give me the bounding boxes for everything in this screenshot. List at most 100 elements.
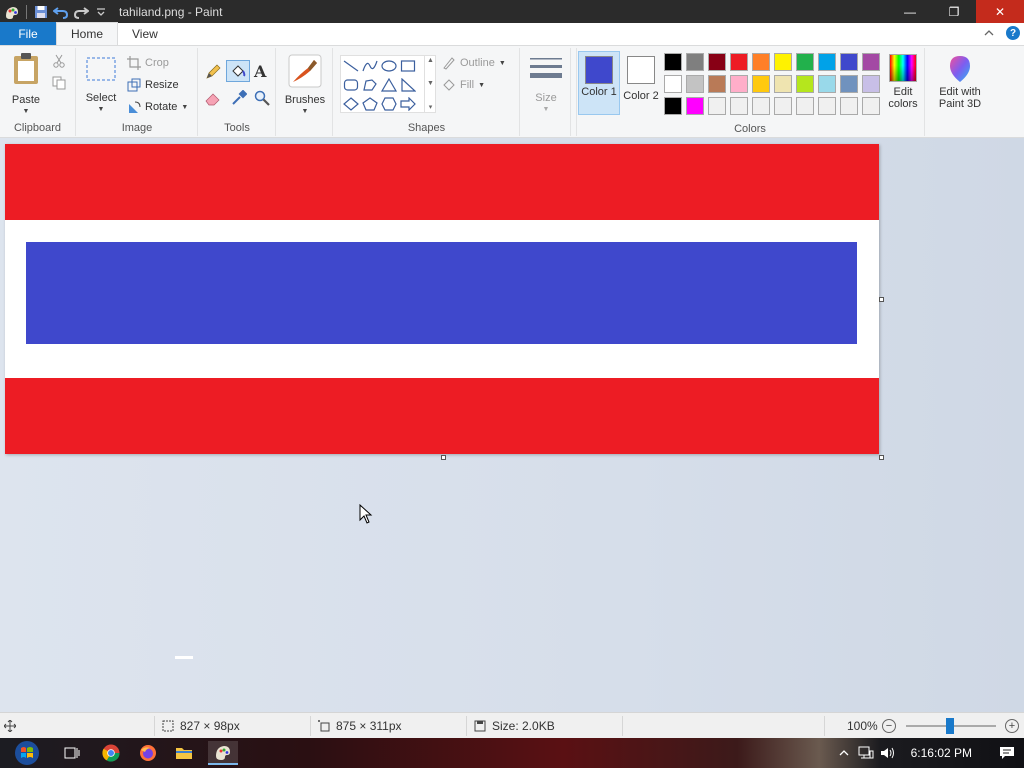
drawing-canvas[interactable] (5, 144, 879, 454)
task-view-button[interactable] (60, 741, 84, 765)
curve-shape-icon[interactable] (361, 59, 378, 73)
undo-icon[interactable] (51, 2, 71, 22)
palette-swatch[interactable] (774, 75, 792, 93)
palette-swatch[interactable] (664, 53, 682, 71)
edit-with-paint3d-button[interactable]: Edit with Paint 3D (931, 54, 989, 110)
palette-swatch[interactable] (818, 53, 836, 71)
diamond-shape-icon[interactable] (342, 96, 359, 111)
minimize-button[interactable]: — (888, 0, 932, 23)
size-button[interactable]: Size ▼ (528, 56, 564, 116)
volume-icon[interactable] (877, 746, 899, 760)
resize-handle-right[interactable] (879, 297, 884, 302)
maximize-button[interactable]: ❐ (932, 0, 976, 23)
palette-swatch[interactable] (862, 97, 880, 115)
expand-gallery-icon[interactable]: ▾ (429, 103, 433, 111)
palette-swatch[interactable] (686, 53, 704, 71)
palette-swatch[interactable] (708, 97, 726, 115)
line-shape-icon[interactable] (343, 59, 359, 73)
palette-swatch[interactable] (686, 97, 704, 115)
palette-swatch[interactable] (752, 75, 770, 93)
close-button[interactable]: ✕ (976, 0, 1024, 23)
zoom-slider-thumb[interactable] (946, 718, 954, 734)
rotate-button[interactable]: Rotate ▼ (127, 100, 188, 114)
scroll-down-icon[interactable]: ▼ (427, 80, 434, 87)
palette-swatch[interactable] (796, 97, 814, 115)
palette-swatch[interactable] (686, 75, 704, 93)
tab-file[interactable]: File (0, 22, 56, 45)
file-explorer-taskbar-button[interactable] (172, 741, 196, 765)
palette-swatch[interactable] (774, 53, 792, 71)
palette-swatch[interactable] (752, 53, 770, 71)
zoom-in-button[interactable]: + (1005, 719, 1019, 733)
rounded-rectangle-shape-icon[interactable] (343, 78, 359, 92)
right-triangle-shape-icon[interactable] (400, 77, 416, 92)
palette-swatch[interactable] (774, 97, 792, 115)
chevron-down-icon: ▼ (498, 59, 506, 67)
color1-button[interactable]: Color 1 (578, 51, 620, 115)
hexagon-shape-icon[interactable] (380, 96, 397, 111)
notifications-icon[interactable] (990, 746, 1024, 760)
brushes-button[interactable]: Brushes ▼ (283, 54, 327, 118)
network-icon[interactable] (855, 746, 877, 760)
color2-button[interactable]: Color 2 (622, 56, 660, 102)
rectangle-shape-icon[interactable] (400, 59, 416, 73)
pencil-tool[interactable] (205, 64, 221, 80)
palette-swatch[interactable] (752, 97, 770, 115)
paint-app-icon[interactable] (2, 2, 22, 22)
collapse-ribbon-icon[interactable] (984, 26, 994, 40)
start-button[interactable] (12, 738, 42, 768)
palette-swatch[interactable] (840, 53, 858, 71)
zoom-out-button[interactable]: − (882, 719, 896, 733)
crop-button[interactable]: Crop (127, 56, 169, 70)
palette-swatch[interactable] (730, 53, 748, 71)
clock[interactable]: 6:16:02 PM (899, 746, 990, 760)
palette-swatch[interactable] (708, 75, 726, 93)
oval-shape-icon[interactable] (380, 59, 397, 73)
outline-button[interactable]: Outline ▼ (442, 56, 506, 70)
customize-toolbar-icon[interactable] (91, 2, 111, 22)
fill-tool[interactable] (226, 60, 250, 82)
resize-button[interactable]: Resize (127, 78, 179, 92)
polygon-shape-icon[interactable] (362, 78, 378, 92)
magnifier-tool[interactable] (254, 90, 270, 106)
chrome-taskbar-button[interactable] (99, 741, 123, 765)
cut-button[interactable] (52, 54, 66, 68)
redo-icon[interactable] (71, 2, 91, 22)
scroll-up-icon[interactable]: ▲ (427, 57, 434, 64)
palette-swatch[interactable] (818, 97, 836, 115)
color-picker-tool[interactable] (231, 90, 247, 106)
help-icon[interactable]: ? (1006, 26, 1020, 40)
palette-swatch[interactable] (862, 53, 880, 71)
resize-handle-corner[interactable] (879, 455, 884, 460)
palette-swatch[interactable] (796, 75, 814, 93)
tab-home[interactable]: Home (56, 22, 119, 45)
paint-taskbar-button[interactable] (208, 741, 238, 765)
eraser-tool[interactable] (205, 90, 221, 106)
palette-swatch[interactable] (796, 53, 814, 71)
resize-handle-bottom[interactable] (441, 455, 446, 460)
right-arrow-shape-icon[interactable] (399, 96, 416, 111)
canvas-workspace[interactable] (0, 138, 1024, 712)
palette-swatch[interactable] (664, 97, 682, 115)
select-button[interactable]: Select ▼ (83, 56, 119, 116)
palette-swatch[interactable] (664, 75, 682, 93)
palette-swatch[interactable] (840, 97, 858, 115)
palette-swatch[interactable] (818, 75, 836, 93)
shapes-scrollbar[interactable]: ▲ ▼ ▾ (424, 55, 436, 113)
palette-swatch[interactable] (708, 53, 726, 71)
paste-button[interactable]: Paste ▼ (6, 52, 46, 118)
palette-swatch[interactable] (730, 97, 748, 115)
tab-view[interactable]: View (118, 22, 172, 45)
pentagon-shape-icon[interactable] (361, 96, 378, 111)
palette-swatch[interactable] (840, 75, 858, 93)
fill-button[interactable]: Fill ▼ (442, 78, 485, 92)
save-icon[interactable] (31, 2, 51, 22)
show-hidden-icons-icon[interactable] (833, 749, 855, 757)
triangle-shape-icon[interactable] (380, 77, 397, 92)
firefox-taskbar-button[interactable] (136, 741, 160, 765)
palette-swatch[interactable] (730, 75, 748, 93)
copy-button[interactable] (52, 76, 66, 90)
edit-colors-button[interactable]: Edit colors (884, 54, 922, 110)
palette-swatch[interactable] (862, 75, 880, 93)
text-tool[interactable]: A (254, 62, 266, 81)
